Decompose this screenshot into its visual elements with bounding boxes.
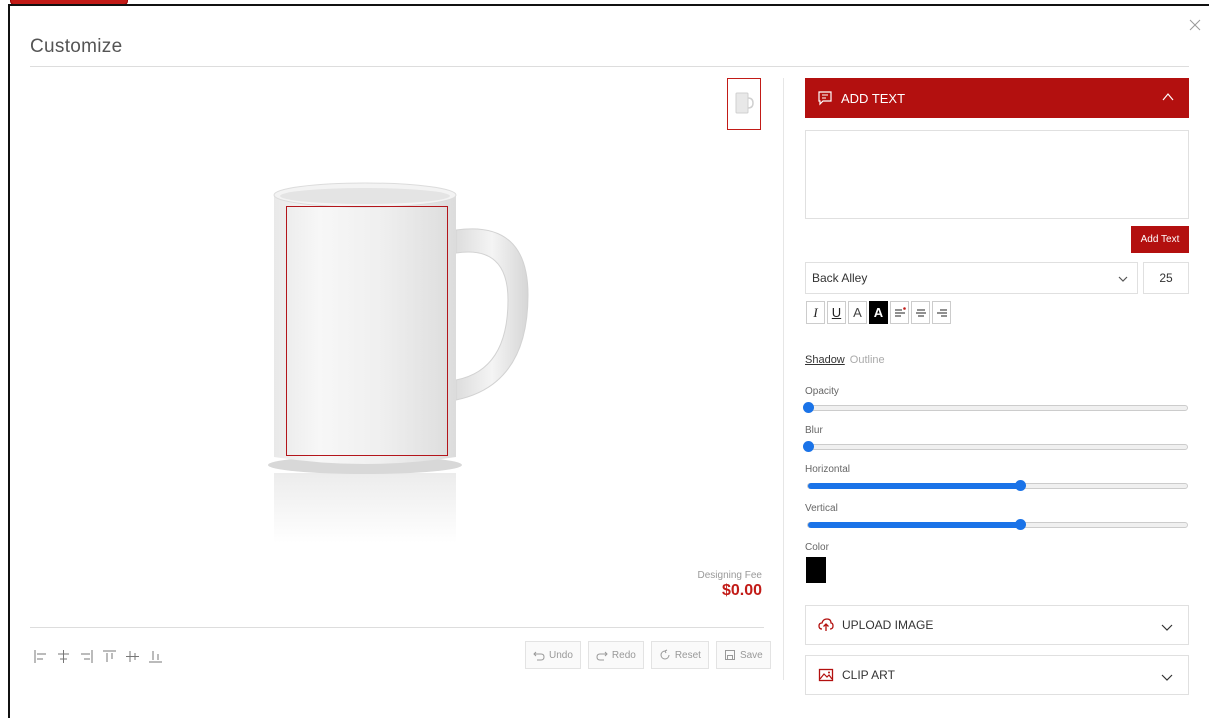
align-text-left-button[interactable] xyxy=(890,301,909,324)
add-text-header-label: ADD TEXT xyxy=(841,90,906,106)
font-size-input[interactable] xyxy=(1143,262,1189,294)
horizontal-slider[interactable] xyxy=(807,480,1188,491)
vertical-label: Vertical xyxy=(805,503,838,514)
blur-slider-knob[interactable] xyxy=(803,441,814,452)
reset-label: Reset xyxy=(674,649,701,661)
horizontal-slider-fill xyxy=(808,483,1021,489)
vertical-slider-fill xyxy=(808,522,1021,528)
clip-art-header[interactable]: CLIP ART xyxy=(805,655,1189,695)
effect-tabs: Shadow Outline xyxy=(805,354,885,366)
inverse-text-label: A xyxy=(873,305,884,320)
designing-fee-value: $0.00 xyxy=(721,582,762,599)
color-swatch[interactable] xyxy=(806,557,826,583)
chevron-up-icon xyxy=(1162,93,1174,101)
preview-actions: Undo Redo Reset Save xyxy=(525,641,771,669)
reset-button[interactable]: Reset xyxy=(650,641,709,669)
text-style-label: A xyxy=(853,305,862,320)
redo-label: Redo xyxy=(611,649,636,661)
preview-divider xyxy=(783,78,784,680)
underline-label: U xyxy=(831,305,842,320)
text-style-button[interactable]: A xyxy=(848,301,867,324)
format-toolbar: I U A A xyxy=(806,301,951,324)
tab-outline[interactable]: Outline xyxy=(850,354,885,366)
tab-shadow[interactable]: Shadow xyxy=(805,354,845,366)
add-text-header[interactable]: ADD TEXT xyxy=(805,78,1189,118)
align-right-icon[interactable] xyxy=(79,649,94,664)
image-icon xyxy=(818,668,834,682)
redo-icon xyxy=(596,651,608,661)
design-area[interactable] xyxy=(286,206,448,456)
undo-button[interactable]: Undo xyxy=(525,641,581,669)
underline-button[interactable]: U xyxy=(827,301,846,324)
opacity-slider-knob[interactable] xyxy=(803,402,814,413)
blur-label: Blur xyxy=(805,425,823,436)
italic-button[interactable]: I xyxy=(806,301,825,324)
redo-button[interactable]: Redo xyxy=(587,641,644,669)
mug-thumbnail[interactable] xyxy=(727,78,761,130)
save-icon xyxy=(724,650,735,660)
designing-fee-label: Designing Fee xyxy=(697,570,762,581)
align-bottom-icon[interactable] xyxy=(148,649,163,664)
font-select[interactable]: Back Alley xyxy=(805,262,1138,294)
add-text-button[interactable]: Add Text xyxy=(1131,226,1189,253)
italic-label: I xyxy=(813,304,818,320)
save-button[interactable]: Save xyxy=(715,641,771,669)
align-toolbar xyxy=(33,649,163,664)
reset-icon xyxy=(660,649,670,660)
blur-slider[interactable] xyxy=(803,441,1188,452)
align-text-right-button[interactable] xyxy=(932,301,951,324)
font-select-value: Back Alley xyxy=(812,271,868,285)
inverse-text-button[interactable]: A xyxy=(869,301,888,324)
align-top-icon[interactable] xyxy=(102,649,117,664)
close-icon[interactable] xyxy=(1188,18,1202,32)
opacity-label: Opacity xyxy=(805,386,839,397)
modal-title: Customize xyxy=(30,36,123,57)
align-text-center-button[interactable] xyxy=(911,301,930,324)
mug-thumbnail-icon xyxy=(735,92,754,114)
clip-art-label: CLIP ART xyxy=(842,668,895,682)
text-align-center-icon xyxy=(915,309,926,316)
text-align-left-icon xyxy=(894,306,906,316)
align-center-vertical-icon[interactable] xyxy=(56,649,71,664)
cloud-upload-icon xyxy=(818,618,834,631)
text-input[interactable] xyxy=(805,130,1189,219)
save-label: Save xyxy=(739,649,763,661)
preview-bottom-divider xyxy=(30,627,764,628)
chevron-down-icon xyxy=(1161,674,1173,681)
align-left-icon[interactable] xyxy=(33,649,48,664)
undo-label: Undo xyxy=(549,649,573,661)
chevron-down-icon xyxy=(1161,624,1173,631)
horizontal-label: Horizontal xyxy=(805,464,851,475)
title-divider xyxy=(30,66,1189,67)
upload-image-header[interactable]: UPLOAD IMAGE xyxy=(805,605,1189,645)
opacity-slider[interactable] xyxy=(803,402,1188,413)
align-middle-icon[interactable] xyxy=(125,649,140,664)
color-label: Color xyxy=(805,542,829,553)
undo-icon xyxy=(533,651,545,661)
upload-image-label: UPLOAD IMAGE xyxy=(842,618,934,632)
chevron-down-icon xyxy=(1118,276,1128,282)
vertical-slider[interactable] xyxy=(807,519,1188,530)
text-align-right-icon xyxy=(936,309,947,316)
text-box-icon xyxy=(818,91,832,106)
